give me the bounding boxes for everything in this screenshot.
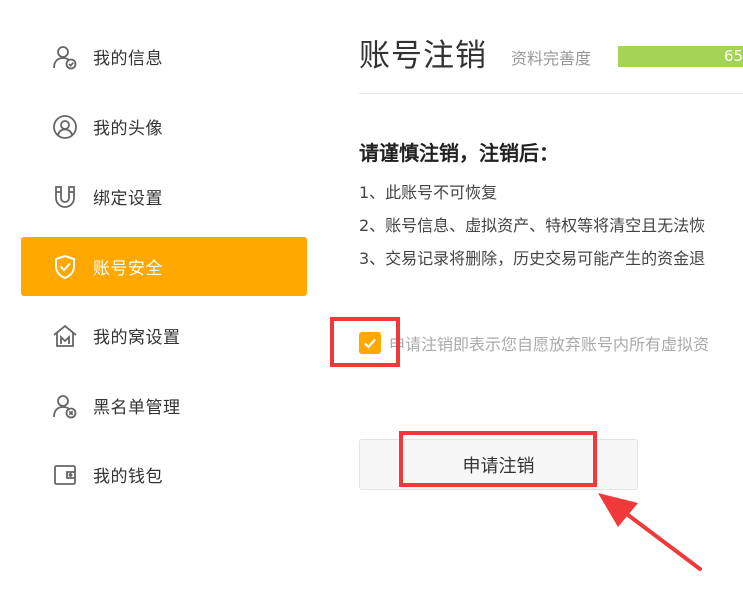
- sidebar-item-home-settings[interactable]: 我的窝设置: [21, 306, 307, 365]
- sidebar-item-my-info[interactable]: 我的信息: [21, 27, 307, 86]
- warning-item: 3、交易记录将删除，历史交易可能产生的资金退: [359, 249, 706, 268]
- checkbox-highlight-box: [330, 317, 400, 367]
- avatar-icon: [51, 113, 79, 141]
- header-divider: [359, 93, 743, 94]
- wallet-icon: [51, 461, 79, 489]
- sidebar-item-label: 我的窝设置: [93, 328, 181, 348]
- magnet-icon: [51, 183, 79, 211]
- sidebar-item-label: 我的信息: [93, 49, 163, 69]
- sidebar-item-label: 我的钱包: [93, 467, 163, 487]
- warning-title: 请谨慎注销，注销后：: [359, 141, 559, 165]
- sidebar: 我的信息 我的头像 绑定设置 账号安全 我的窝设置 黑名单管理 我的钱包: [0, 0, 320, 591]
- profile-completeness-label: 资料完善度: [511, 49, 592, 68]
- warning-item: 1、此账号不可恢复: [359, 183, 498, 202]
- agree-text: 申请注销即表示您自愿放弃账号内所有虚拟资: [389, 335, 710, 354]
- sidebar-item-label: 账号安全: [93, 259, 163, 279]
- warning-list: 1、此账号不可恢复 2、账号信息、虚拟资产、特权等将清空且无法恢 3、交易记录将…: [359, 181, 705, 280]
- user-check-icon: [51, 43, 79, 71]
- page-title: 账号注销: [359, 38, 487, 74]
- sidebar-item-label: 我的头像: [93, 119, 163, 139]
- shield-check-icon: [51, 253, 79, 281]
- sidebar-item-label: 黑名单管理: [93, 398, 181, 418]
- profile-completeness-value: 65: [724, 47, 743, 65]
- sidebar-item-my-avatar[interactable]: 我的头像: [21, 97, 307, 156]
- sidebar-item-account-security[interactable]: 账号安全: [21, 237, 307, 296]
- button-highlight-box: [399, 431, 597, 487]
- sidebar-item-label: 绑定设置: [93, 189, 163, 209]
- warning-item: 2、账号信息、虚拟资产、特权等将清空且无法恢: [359, 216, 706, 235]
- sidebar-item-wallet[interactable]: 我的钱包: [21, 445, 307, 504]
- agree-row: 申请注销即表示您自愿放弃账号内所有虚拟资: [359, 331, 709, 355]
- sidebar-item-binding-settings[interactable]: 绑定设置: [21, 167, 307, 226]
- sidebar-item-blacklist[interactable]: 黑名单管理: [21, 376, 307, 435]
- home-icon: [51, 322, 79, 350]
- user-block-icon: [51, 392, 79, 420]
- annotation-arrow-icon: [598, 493, 702, 571]
